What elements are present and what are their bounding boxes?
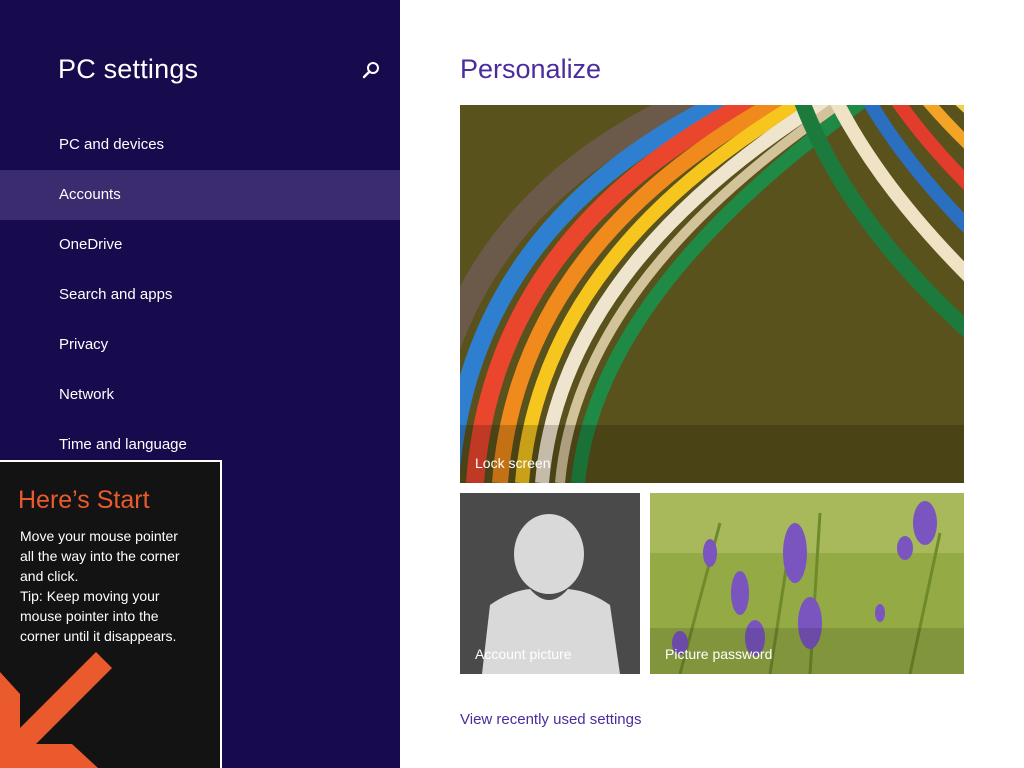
start-tip-overlay: Here’s Start Move your mouse pointer all… <box>0 460 222 768</box>
search-icon[interactable] <box>360 60 382 82</box>
sidebar-item-network[interactable]: Network <box>0 370 400 420</box>
view-recent-settings-link[interactable]: View recently used settings <box>460 711 642 728</box>
page-title: Personalize <box>460 54 602 84</box>
picture-password-tile[interactable]: Picture password <box>650 493 964 674</box>
arrow-down-left-icon <box>0 652 112 768</box>
account-picture-label: Account picture <box>475 646 572 662</box>
sidebar-item-search-and-apps[interactable]: Search and apps <box>0 270 400 320</box>
sidebar-title: PC settings <box>58 54 199 84</box>
account-picture-tile[interactable]: Account picture <box>460 493 640 674</box>
sidebar-item-pc-and-devices[interactable]: PC and devices <box>0 120 400 170</box>
lock-screen-tile[interactable]: Lock screen <box>460 105 964 483</box>
lock-screen-label: Lock screen <box>475 455 551 471</box>
lock-screen-image <box>460 105 964 483</box>
sidebar-item-privacy[interactable]: Privacy <box>0 320 400 370</box>
start-tip-body: Move your mouse pointer all the way into… <box>20 528 180 644</box>
sidebar-item-onedrive[interactable]: OneDrive <box>0 220 400 270</box>
picture-password-label: Picture password <box>665 646 773 662</box>
sidebar-item-accounts[interactable]: Accounts <box>0 170 400 220</box>
start-tip-title: Here’s Start <box>18 486 150 514</box>
